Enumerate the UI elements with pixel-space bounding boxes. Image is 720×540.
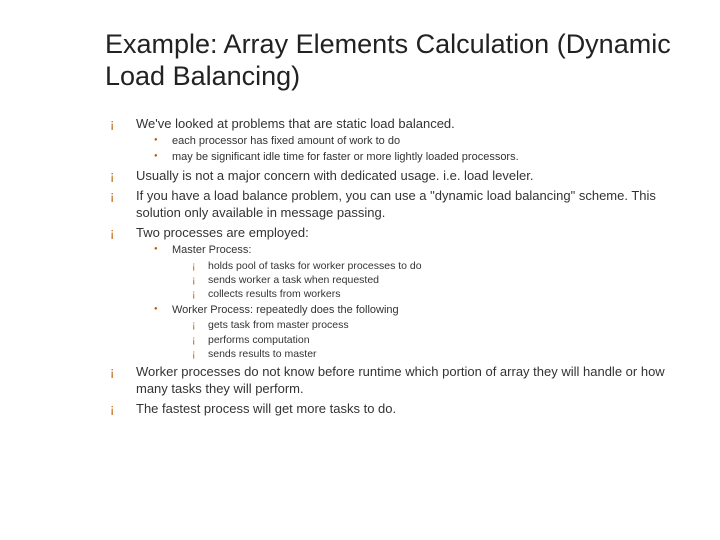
bullet-list: We've looked at problems that are static… [110, 115, 680, 418]
list-item: Worker processes do not know before runt… [110, 363, 680, 398]
list-item: each processor has fixed amount of work … [154, 134, 680, 149]
bullet-text: We've looked at problems that are static… [136, 116, 455, 131]
list-item: Usually is not a major concern with dedi… [110, 167, 680, 185]
list-item: Two processes are employed: Master Proce… [110, 224, 680, 361]
slide-title: Example: Array Elements Calculation (Dyn… [105, 28, 680, 93]
list-item: gets task from master process [192, 318, 680, 332]
list-item: If you have a load balance problem, you … [110, 187, 680, 222]
list-item: performs computation [192, 333, 680, 347]
list-item: may be significant idle time for faster … [154, 150, 680, 165]
list-item: Worker Process: repeatedly does the foll… [154, 303, 680, 361]
list-item: collects results from workers [192, 287, 680, 301]
list-item: holds pool of tasks for worker processes… [192, 259, 680, 273]
bullet-text: Master Process: [172, 244, 251, 256]
list-item: sends worker a task when requested [192, 273, 680, 287]
sub-list: each processor has fixed amount of work … [136, 134, 680, 165]
sub-sub-list: holds pool of tasks for worker processes… [172, 259, 680, 302]
list-item: The fastest process will get more tasks … [110, 400, 680, 418]
sub-list: Master Process: holds pool of tasks for … [136, 243, 680, 361]
sub-sub-list: gets task from master process performs c… [172, 318, 680, 361]
bullet-text: Worker Process: repeatedly does the foll… [172, 304, 399, 316]
list-item: sends results to master [192, 347, 680, 361]
list-item: Master Process: holds pool of tasks for … [154, 243, 680, 301]
bullet-text: Two processes are employed: [136, 225, 309, 240]
list-item: We've looked at problems that are static… [110, 115, 680, 165]
